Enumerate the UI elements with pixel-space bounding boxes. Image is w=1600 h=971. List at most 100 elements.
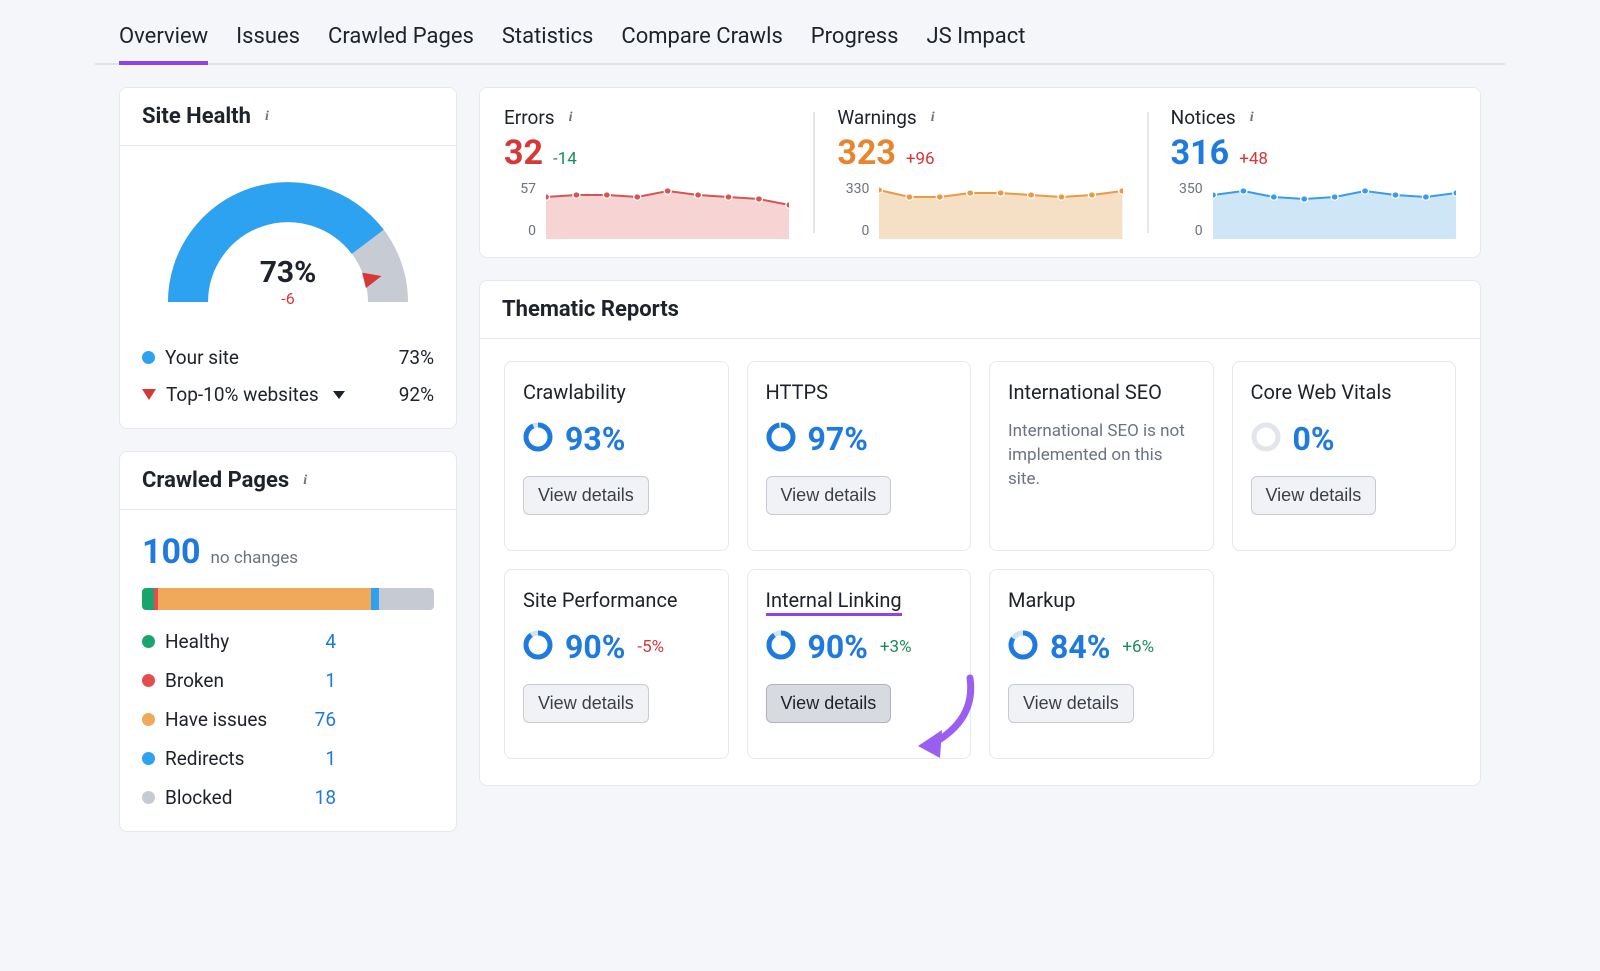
crawled-distribution-bar bbox=[142, 588, 434, 610]
chevron-down-icon bbox=[333, 391, 345, 399]
crawled-legend-label: Redirects bbox=[165, 747, 244, 770]
metric-title: Notices bbox=[1171, 106, 1236, 129]
crawled-legend-row[interactable]: Have issues76 bbox=[142, 708, 434, 731]
crawled-legend-label: Broken bbox=[165, 669, 224, 692]
crawled-legend-row[interactable]: Redirects 1 bbox=[142, 747, 434, 770]
crawled-legend-value: 1 bbox=[304, 669, 336, 692]
thematic-reports-card: Thematic Reports Crawlability 93% View det… bbox=[479, 280, 1481, 786]
crawled-pages-title: Crawled Pages bbox=[142, 468, 289, 493]
axis-top: 350 bbox=[1171, 181, 1203, 197]
crawled-pages-card: Crawled Pages i 100 no changes Healthy4 B… bbox=[119, 451, 457, 832]
report-delta: +3% bbox=[880, 637, 912, 657]
report-card-crawlability: Crawlability 93% View details bbox=[504, 361, 729, 551]
tab-crawled-pages[interactable]: Crawled Pages bbox=[328, 16, 474, 63]
top10-label: Top-10% websites bbox=[166, 383, 319, 406]
site-health-gauge: 73% -6 bbox=[120, 146, 456, 336]
dot-icon bbox=[142, 674, 155, 687]
donut-icon bbox=[1251, 422, 1281, 457]
report-delta: -5% bbox=[637, 637, 664, 657]
tab-js-impact[interactable]: JS Impact bbox=[926, 16, 1025, 63]
report-percent: 90% bbox=[565, 628, 625, 666]
report-title: Internal Linking bbox=[766, 588, 902, 616]
crawled-legend-row[interactable]: Broken 1 bbox=[142, 669, 434, 692]
svg-text:73%: 73% bbox=[260, 255, 317, 290]
view-details-button[interactable]: View details bbox=[766, 476, 892, 515]
donut-icon bbox=[523, 630, 553, 665]
axis-top: 330 bbox=[837, 181, 869, 197]
crawled-legend-row[interactable]: Blocked 18 bbox=[142, 786, 434, 809]
top10-row[interactable]: Top-10% websites 92% bbox=[142, 383, 434, 406]
tab-progress[interactable]: Progress bbox=[811, 16, 899, 63]
crawled-legend-value: 1 bbox=[304, 747, 336, 770]
thematic-title: Thematic Reports bbox=[502, 297, 679, 322]
metrics-card: Errorsi32-14570Warningsi323+963300Notice… bbox=[479, 87, 1481, 258]
report-card-markup: Markup 84% +6% View details bbox=[989, 569, 1214, 759]
bar-segment bbox=[142, 588, 154, 610]
triangle-down-icon bbox=[142, 389, 156, 400]
metric-value: 32 bbox=[504, 133, 543, 173]
report-percent: 97% bbox=[808, 420, 868, 458]
view-details-button[interactable]: View details bbox=[1008, 684, 1134, 723]
view-details-button[interactable]: View details bbox=[523, 684, 649, 723]
metric-warnings[interactable]: Warnings i 323 +96 330 0 bbox=[813, 106, 1146, 239]
your-site-value: 73% bbox=[399, 346, 434, 369]
site-health-card: Site Health i 73% -6 bbox=[119, 87, 457, 429]
dot-icon bbox=[142, 752, 155, 765]
crawled-legend-label: Healthy bbox=[165, 630, 229, 653]
crawled-legend-row[interactable]: Healthy4 bbox=[142, 630, 434, 653]
svg-text:-6: -6 bbox=[281, 289, 294, 308]
view-details-button[interactable]: View details bbox=[1251, 476, 1377, 515]
site-health-title: Site Health bbox=[142, 104, 251, 129]
report-delta: +6% bbox=[1122, 637, 1154, 657]
bar-segment bbox=[158, 588, 371, 610]
report-card-core-web-vitals: Core Web Vitals 0% View details bbox=[1232, 361, 1457, 551]
tab-overview[interactable]: Overview bbox=[119, 16, 208, 63]
view-details-button[interactable]: View details bbox=[523, 476, 649, 515]
crawled-legend-label: Blocked bbox=[165, 786, 232, 809]
report-percent: 93% bbox=[565, 420, 625, 458]
report-title: HTTPS bbox=[766, 380, 829, 408]
metric-value: 323 bbox=[837, 133, 896, 173]
report-title: Crawlability bbox=[523, 380, 626, 408]
info-icon[interactable]: i bbox=[1244, 110, 1260, 126]
metric-errors[interactable]: Errorsi 32 -14 57 0 bbox=[480, 106, 813, 239]
report-title: International SEO bbox=[1008, 380, 1162, 408]
crawled-subtitle: no changes bbox=[211, 548, 299, 568]
your-site-label: Your site bbox=[165, 346, 239, 369]
dot-icon bbox=[142, 635, 155, 648]
tab-statistics[interactable]: Statistics bbox=[502, 16, 594, 63]
report-card-international-seo: International SEO International SEO is no… bbox=[989, 361, 1214, 551]
info-icon[interactable]: i bbox=[297, 473, 313, 489]
callout-arrow-icon bbox=[912, 672, 982, 762]
metric-delta: -14 bbox=[553, 149, 577, 169]
axis-bottom: 0 bbox=[837, 223, 869, 239]
donut-icon bbox=[523, 422, 553, 457]
info-icon[interactable]: i bbox=[925, 110, 941, 126]
metric-notices[interactable]: Noticesi316+483500 bbox=[1147, 106, 1480, 239]
axis-top: 57 bbox=[504, 181, 536, 197]
dot-icon bbox=[142, 713, 155, 726]
metric-title: Warnings bbox=[837, 106, 916, 129]
info-icon[interactable]: i bbox=[259, 109, 275, 125]
tab-issues[interactable]: Issues bbox=[236, 16, 300, 63]
donut-icon bbox=[1008, 630, 1038, 665]
top10-value: 92% bbox=[399, 383, 434, 406]
crawled-legend-value: 18 bbox=[304, 786, 336, 809]
report-percent: 84% bbox=[1050, 628, 1110, 666]
metric-title: Errors bbox=[504, 106, 555, 129]
report-description: International SEO is not implemented on … bbox=[1008, 420, 1195, 491]
metric-delta: +96 bbox=[906, 149, 935, 169]
axis-bottom: 0 bbox=[1171, 223, 1203, 239]
dot-icon bbox=[142, 351, 155, 364]
view-details-button[interactable]: View details bbox=[766, 684, 892, 723]
report-title: Core Web Vitals bbox=[1251, 380, 1392, 408]
crawled-count[interactable]: 100 bbox=[142, 532, 201, 572]
donut-icon bbox=[766, 630, 796, 665]
info-icon[interactable]: i bbox=[563, 110, 579, 126]
report-title: Markup bbox=[1008, 588, 1076, 616]
tab-compare-crawls[interactable]: Compare Crawls bbox=[621, 16, 782, 63]
axis-bottom: 0 bbox=[504, 223, 536, 239]
report-percent: 0% bbox=[1293, 420, 1335, 458]
metric-delta: +48 bbox=[1239, 149, 1268, 169]
your-site-row[interactable]: Your site 73% bbox=[142, 346, 434, 369]
